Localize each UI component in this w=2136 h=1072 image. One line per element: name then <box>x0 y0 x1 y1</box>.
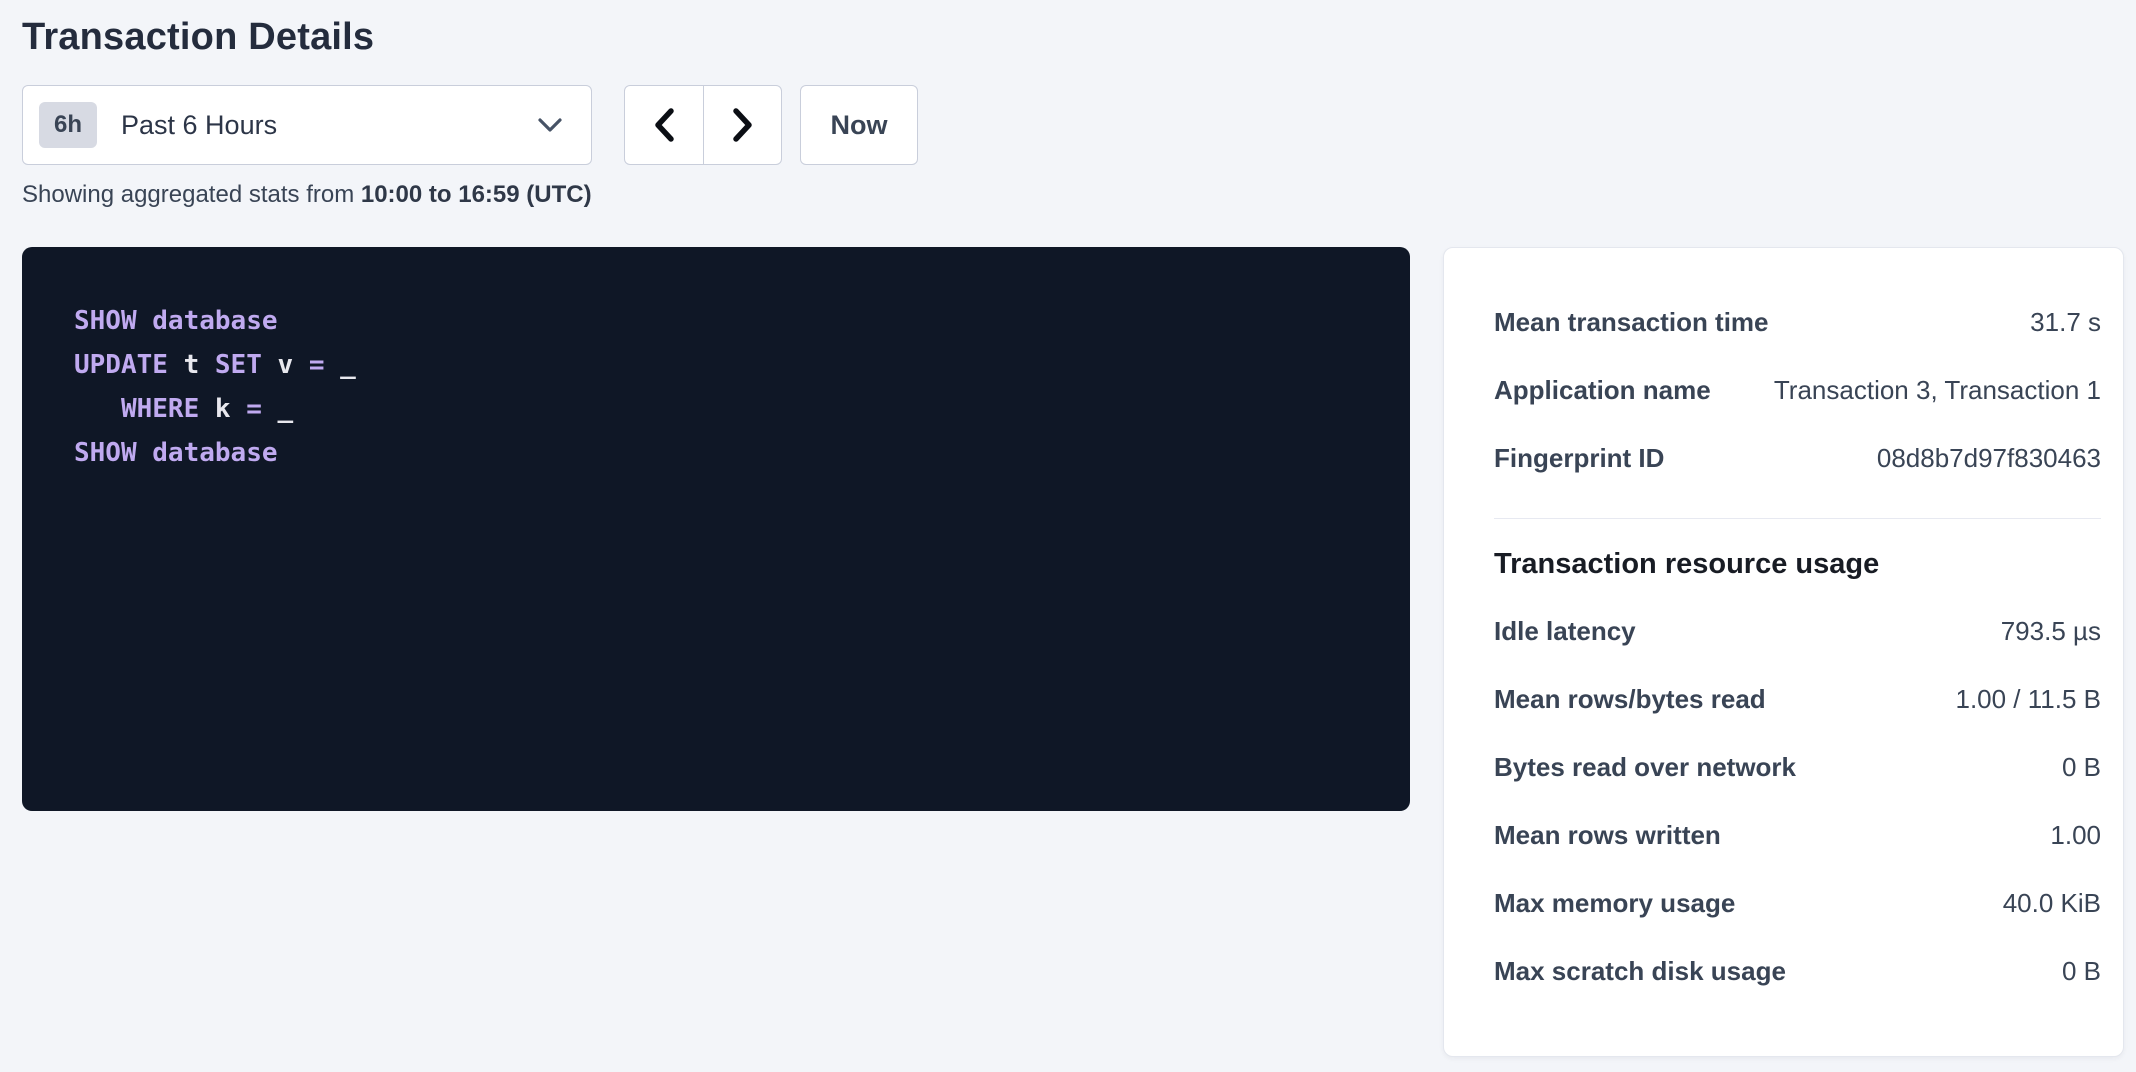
stat-row: Max memory usage 40.0 KiB <box>1494 869 2101 937</box>
time-nav-group <box>624 85 782 165</box>
stat-label: Max memory usage <box>1494 888 1755 919</box>
stat-label: Mean rows/bytes read <box>1494 684 1786 715</box>
stat-value: Transaction 3, Transaction 1 <box>1774 375 2101 406</box>
stat-row: Mean transaction time 31.7 s <box>1494 288 2101 356</box>
chevron-left-icon <box>653 107 675 143</box>
stat-value: 1.00 <box>2050 820 2101 851</box>
sql-code-line: UPDATE t SET v = _ <box>74 343 1390 387</box>
caption-prefix: Showing aggregated stats from <box>22 181 361 208</box>
stat-value: 0 B <box>2062 956 2101 987</box>
sql-statement-box: SHOW databaseUPDATE t SET v = _ WHERE k … <box>22 247 1410 811</box>
sql-code-line: SHOW database <box>74 299 1390 343</box>
sql-code-line: SHOW database <box>74 431 1390 475</box>
next-time-button[interactable] <box>703 86 781 164</box>
stat-row: Idle latency 793.5 µs <box>1494 597 2101 665</box>
stat-row: Max scratch disk usage 0 B <box>1494 937 2101 1005</box>
stat-label: Max scratch disk usage <box>1494 956 1806 987</box>
now-button[interactable]: Now <box>800 85 918 165</box>
summary-stats: Mean transaction time 31.7 s Application n… <box>1494 288 2101 492</box>
chevron-right-icon <box>732 107 754 143</box>
aggregation-caption: Showing aggregated stats from 10:00 to 1… <box>22 181 2124 209</box>
stat-label: Mean rows written <box>1494 820 1741 851</box>
transaction-details-page: Transaction Details 6h Past 6 Hours <box>0 0 2136 1057</box>
caption-range: 10:00 to 16:59 (UTC) <box>361 181 592 208</box>
stat-value: 1.00 / 11.5 B <box>1955 684 2101 715</box>
time-range-badge: 6h <box>39 102 97 148</box>
stat-row: Fingerprint ID 08d8b7d97f830463 <box>1494 424 2101 492</box>
time-range-label: Past 6 Hours <box>121 110 537 141</box>
stat-row: Mean rows/bytes read 1.00 / 11.5 B <box>1494 665 2101 733</box>
page-title: Transaction Details <box>22 16 2124 59</box>
stat-value: 31.7 s <box>2030 307 2101 338</box>
stat-label: Application name <box>1494 375 1731 406</box>
sql-statement-text: SHOW databaseUPDATE t SET v = _ WHERE k … <box>74 299 1390 475</box>
prev-time-button[interactable] <box>625 86 703 164</box>
stat-label: Fingerprint ID <box>1494 443 1684 474</box>
stat-row: Application name Transaction 3, Transacti… <box>1494 356 2101 424</box>
resource-usage-stats: Idle latency 793.5 µs Mean rows/bytes read… <box>1494 597 2101 1005</box>
time-controls: 6h Past 6 Hours <box>22 85 2124 165</box>
stat-row: Bytes read over network 0 B <box>1494 733 2101 801</box>
stat-value: 0 B <box>2062 752 2101 783</box>
transaction-details-card: Mean transaction time 31.7 s Application n… <box>1443 247 2124 1057</box>
resource-usage-heading: Transaction resource usage <box>1494 531 2101 597</box>
chevron-down-icon <box>537 117 563 133</box>
stat-value: 08d8b7d97f830463 <box>1877 443 2101 474</box>
stat-value: 40.0 KiB <box>2003 888 2101 919</box>
stat-row: Mean rows written 1.00 <box>1494 801 2101 869</box>
time-range-select[interactable]: 6h Past 6 Hours <box>22 85 592 165</box>
stat-label: Idle latency <box>1494 616 1656 647</box>
stat-value: 793.5 µs <box>2001 616 2101 647</box>
stat-label: Mean transaction time <box>1494 307 1789 338</box>
sql-code-line: WHERE k = _ <box>74 387 1390 431</box>
main-content: SHOW databaseUPDATE t SET v = _ WHERE k … <box>22 247 2124 1057</box>
card-divider <box>1494 518 2101 519</box>
stat-label: Bytes read over network <box>1494 752 1816 783</box>
